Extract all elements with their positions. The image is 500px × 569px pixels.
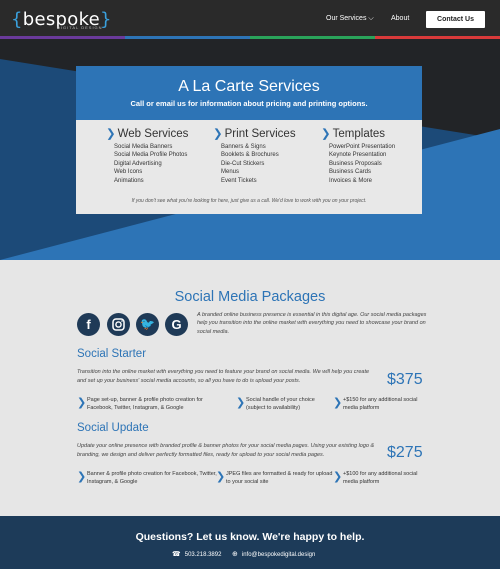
column-heading-label: Web Services xyxy=(117,128,189,140)
list-item: Business Proposals xyxy=(329,160,382,167)
feature-text: +$100 for any additional social media pl… xyxy=(343,471,418,485)
column-heading-label: Print Services xyxy=(224,128,296,140)
feature-text: JPEG files are formatted & ready for upl… xyxy=(226,471,333,485)
feature-text: Banner & profile photo creation for Face… xyxy=(87,471,217,485)
column-heading: ❯ Web Services xyxy=(106,126,188,140)
package-title: Social Update xyxy=(77,422,149,434)
instagram-glyph xyxy=(112,318,125,331)
list-item: Die-Cut Stickers xyxy=(221,160,265,167)
package-description: Transition into the online market with e… xyxy=(77,369,370,384)
chevron-right-icon: ❯ xyxy=(213,128,223,140)
site-header: {bespoke} DIGITAL DESIGN Our Services ⌵ … xyxy=(0,0,500,36)
list-item: Social Media Profile Photos xyxy=(114,152,188,159)
chevron-right-icon: ❯ xyxy=(333,471,343,483)
chevron-down-icon: ⌵ xyxy=(368,15,374,22)
card-subtitle: Call or email us for information about p… xyxy=(130,99,368,108)
footer-phone[interactable]: ☎ 503.218.3892 xyxy=(172,550,221,558)
package-title: Social Starter xyxy=(77,348,147,360)
site-footer: Questions? Let us know. We're happy to h… xyxy=(0,516,500,569)
instagram-icon[interactable] xyxy=(107,313,130,336)
service-list: Social Media Banners Social Media Profil… xyxy=(114,143,188,185)
service-list: PowerPoint Presentation Keynote Presenta… xyxy=(329,143,395,185)
list-item: Digital Advertising xyxy=(114,160,162,167)
list-item: Business Cards xyxy=(329,169,372,176)
footer-email[interactable]: ⊕ info@bespokedigital.design xyxy=(232,550,315,558)
chevron-right-icon: ❯ xyxy=(236,397,246,409)
package-price: $275 xyxy=(387,444,423,461)
list-item: Banners & Signs xyxy=(221,144,266,150)
list-item: Booklets & Brochures xyxy=(221,152,279,159)
column-heading: ❯ Templates xyxy=(321,126,395,140)
service-list: Banners & Signs Booklets & Brochures Die… xyxy=(221,143,296,185)
list-item: Keynote Presentation xyxy=(329,152,387,159)
card-header: A La Carte Services Call or email us for… xyxy=(76,66,422,120)
list-item: Invoices & More xyxy=(329,177,373,184)
chevron-right-icon: ❯ xyxy=(77,471,87,483)
package-price: $375 xyxy=(387,371,423,388)
a-la-carte-card: A La Carte Services Call or email us for… xyxy=(76,66,422,214)
feature-text: Social handle of your choice (subject to… xyxy=(246,397,315,411)
chevron-right-icon: ❯ xyxy=(216,471,226,483)
google-icon[interactable]: G xyxy=(165,313,188,336)
list-item: Event Tickets xyxy=(221,177,257,184)
list-item: PowerPoint Presentation xyxy=(329,144,396,150)
nav-our-services-label: Our Services xyxy=(326,15,367,22)
feature-text: +$150 for any additional social media pl… xyxy=(343,397,418,411)
web-services-column: ❯ Web Services Social Media Banners Socia… xyxy=(106,126,188,185)
feature-text: Page set-up, banner & profile photo crea… xyxy=(87,397,203,411)
contact-us-button[interactable]: Contact Us xyxy=(426,11,485,28)
phone-icon: ☎ xyxy=(172,551,181,558)
chevron-right-icon: ❯ xyxy=(321,128,331,140)
card-title: A La Carte Services xyxy=(178,78,320,95)
section-title: Social Media Packages xyxy=(174,289,326,305)
phone-number: 503.218.3892 xyxy=(184,552,222,558)
logo-subtitle: DIGITAL DESIGN xyxy=(57,25,103,30)
nav-about[interactable]: About xyxy=(391,15,409,22)
chevron-right-icon: ❯ xyxy=(106,128,116,140)
templates-column: ❯ Templates PowerPoint Presentation Keyno… xyxy=(321,126,395,185)
chevron-right-icon: ❯ xyxy=(77,397,87,409)
column-heading: ❯ Print Services xyxy=(213,126,296,140)
packages-intro: A branded online business presence is es… xyxy=(197,312,427,335)
twitter-icon[interactable]: 🐦 xyxy=(136,313,159,336)
list-item: Social Media Banners xyxy=(114,144,173,150)
package-description: Update your online presence with branded… xyxy=(77,443,375,458)
list-item: Web Icons xyxy=(114,169,143,176)
footer-heading: Questions? Let us know. We're happy to h… xyxy=(135,531,365,543)
facebook-icon[interactable]: f xyxy=(77,313,100,336)
print-services-column: ❯ Print Services Banners & Signs Booklets… xyxy=(213,126,296,185)
chevron-right-icon: ❯ xyxy=(333,397,343,409)
list-item: Animations xyxy=(114,177,144,184)
globe-icon: ⊕ xyxy=(232,551,238,558)
list-item: Menus xyxy=(221,169,240,176)
email-address: info@bespokedigital.design xyxy=(241,552,316,558)
hero-section: A La Carte Services Call or email us for… xyxy=(0,39,500,260)
column-heading-label: Templates xyxy=(332,128,386,140)
card-note: If you don't see what you're looking for… xyxy=(131,198,367,204)
nav-our-services[interactable]: Our Services ⌵ xyxy=(326,15,374,23)
